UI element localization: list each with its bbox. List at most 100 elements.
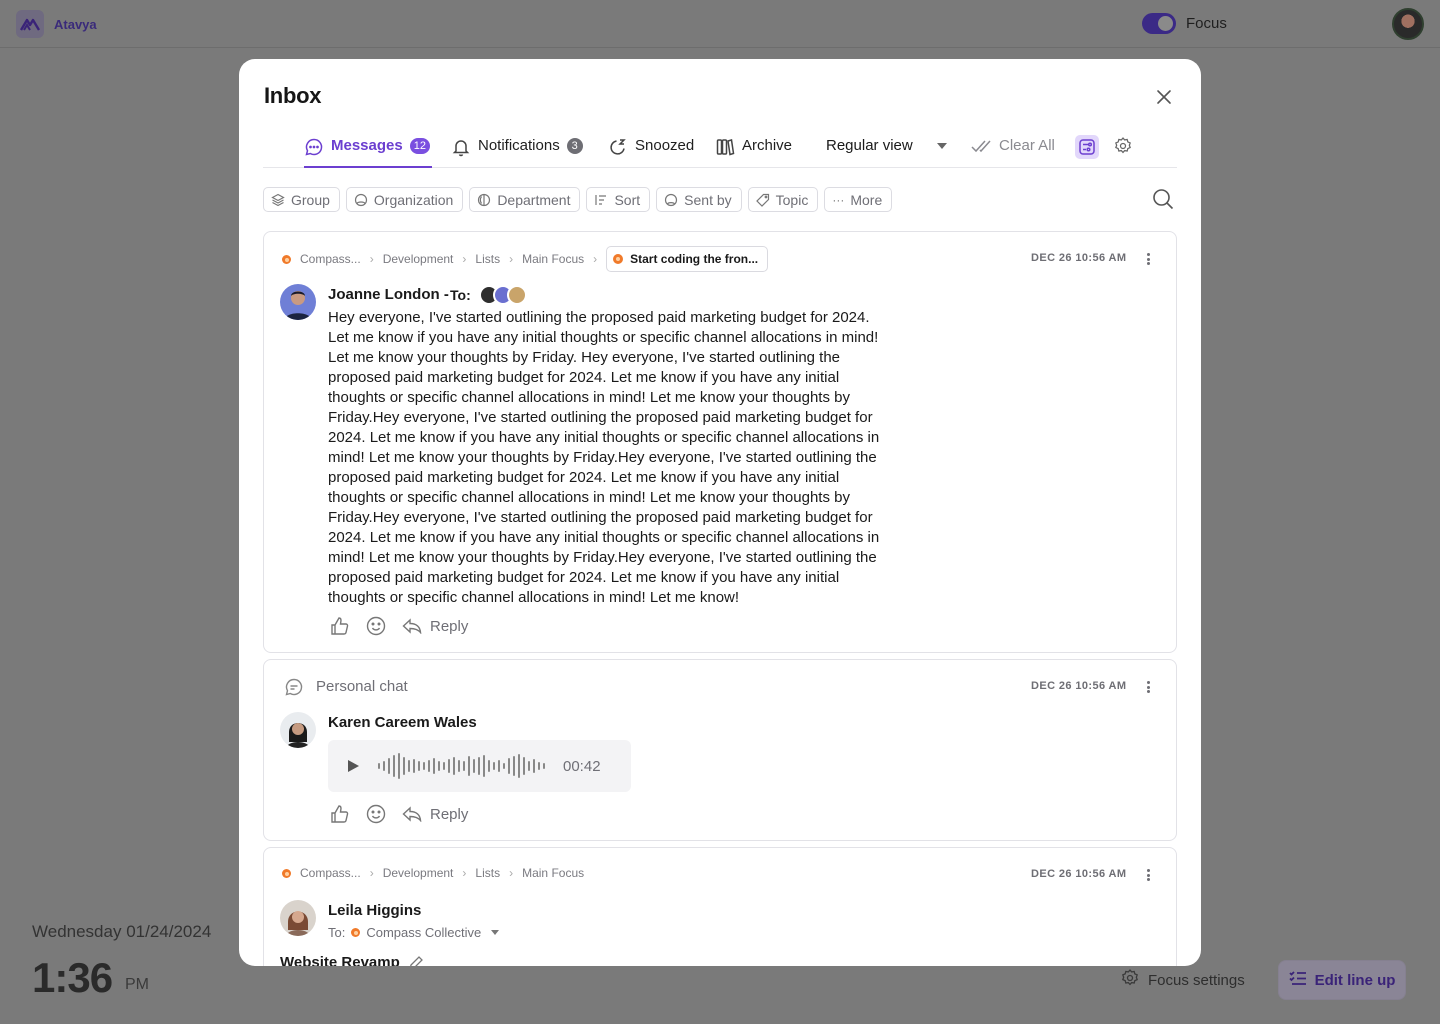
waveform-bar [538, 762, 540, 770]
waveform-bar [413, 759, 415, 773]
tab-notifications[interactable]: Notifications 3 [451, 133, 583, 168]
more-options-icon[interactable] [1144, 866, 1152, 884]
breadcrumb: Compass... › Development › Lists › Main … [282, 246, 769, 272]
filter-more-label: More [850, 191, 883, 208]
breadcrumb-item[interactable]: Compass... [300, 866, 361, 880]
filter-sort-label: Sort [614, 191, 641, 208]
timestamp: DEC 26 10:56 AM [1031, 252, 1127, 264]
tab-messages[interactable]: Messages 12 [304, 133, 432, 168]
app-logo[interactable]: Atavya [16, 10, 97, 38]
breadcrumb-item[interactable]: Lists [475, 866, 500, 880]
chevron-right-icon: › [462, 252, 467, 266]
breadcrumb-item[interactable]: Development [383, 866, 454, 880]
top-bar: Atavya Focus [0, 0, 1440, 48]
filter-sent-by[interactable]: Sent by [656, 187, 742, 212]
message-subject: Website Revamp [280, 954, 400, 966]
chevron-right-icon: › [509, 252, 514, 266]
avatar[interactable] [280, 284, 316, 320]
more-options-icon[interactable] [1144, 678, 1152, 696]
filter-more[interactable]: ··· More [824, 187, 893, 212]
audio-waveform[interactable] [378, 751, 545, 781]
sort-icon [595, 194, 607, 205]
avatar[interactable] [280, 900, 316, 936]
avatar[interactable] [280, 712, 316, 748]
message-card[interactable]: Personal chat DEC 26 10:56 AM Karen Care… [263, 659, 1177, 841]
sender-name: Leila Higgins [328, 902, 422, 919]
thumbs-up-icon[interactable] [330, 616, 350, 636]
reply-button[interactable]: Reply [402, 618, 468, 635]
checklist-icon [1288, 970, 1307, 990]
time-ampm: PM [125, 976, 149, 993]
breadcrumb-item[interactable]: Main Focus [522, 252, 584, 266]
organization-dot-icon [351, 928, 361, 937]
waveform-bar [418, 761, 420, 771]
waveform-bar [428, 760, 430, 772]
recipients[interactable]: To: [450, 285, 527, 305]
edit-lineup-button[interactable]: Edit line up [1278, 960, 1406, 1000]
emoji-icon[interactable] [366, 804, 386, 824]
department-icon [478, 193, 491, 206]
play-icon[interactable] [346, 759, 360, 773]
waveform-bar [518, 754, 520, 778]
focus-settings-button[interactable]: Focus settings [1120, 968, 1245, 992]
close-button[interactable] [1152, 85, 1176, 109]
waveform-bar [453, 757, 455, 775]
filter-organization-label: Organization [373, 191, 454, 208]
gear-icon [1120, 968, 1140, 992]
breadcrumb-item[interactable]: Main Focus [522, 866, 584, 880]
filter-group[interactable]: Group [263, 187, 340, 212]
filter-department[interactable]: Department [469, 187, 581, 212]
tab-archive[interactable]: Archive [715, 133, 792, 168]
task-title: Start coding the fron... [630, 252, 759, 266]
filter-department-label: Department [497, 191, 571, 208]
focus-toggle[interactable] [1142, 13, 1176, 34]
filter-sort[interactable]: Sort [586, 187, 651, 212]
breadcrumb-item[interactable]: Development [383, 252, 454, 266]
breadcrumb-item[interactable]: Lists [475, 252, 500, 266]
task-pill[interactable]: Start coding the fron... [606, 246, 769, 272]
to-label: To: [450, 287, 471, 303]
app-name: Atavya [54, 16, 97, 32]
thumbs-up-icon[interactable] [330, 804, 350, 824]
waveform-bar [533, 759, 535, 773]
voice-message[interactable]: 00:42 [328, 740, 631, 792]
double-check-icon [971, 139, 991, 152]
breadcrumb-item[interactable]: Compass... [300, 252, 361, 266]
reply-label: Reply [430, 617, 469, 635]
message-card[interactable]: Compass... › Development › Lists › Main … [263, 231, 1177, 653]
tab-notifications-label: Notifications [478, 137, 560, 154]
timestamp: DEC 26 10:56 AM [1031, 680, 1127, 692]
focus-label: Focus [1186, 15, 1227, 32]
filter-organization[interactable]: Organization [345, 187, 464, 212]
filter-topic[interactable]: Topic [747, 187, 819, 212]
more-options-icon[interactable] [1144, 250, 1152, 268]
search-button[interactable] [1152, 188, 1176, 212]
user-avatar[interactable] [1392, 8, 1424, 40]
waveform-bar [408, 760, 410, 772]
chat-bubble-icon [284, 677, 304, 702]
waveform-bar [458, 760, 460, 772]
search-icon [1153, 189, 1174, 210]
user-circle-icon [665, 193, 678, 206]
recipient-org[interactable]: To: Compass Collective [328, 925, 500, 940]
reply-label: Reply [430, 805, 469, 823]
current-date: Wednesday 01/24/2024 [32, 922, 212, 941]
view-select[interactable]: Regular view [826, 137, 947, 154]
to-label: To: [328, 925, 346, 940]
settings-button[interactable] [1113, 136, 1133, 156]
emoji-icon[interactable] [366, 616, 386, 636]
waveform-bar [403, 757, 405, 775]
waveform-bar [513, 756, 515, 776]
tab-snoozed[interactable]: Snoozed [608, 133, 694, 168]
sender-name: Joanne London - [328, 286, 449, 303]
message-card[interactable]: Compass... › Development › Lists › Main … [263, 847, 1177, 966]
filter-toggle-button[interactable] [1075, 135, 1099, 159]
reply-button[interactable]: Reply [402, 806, 468, 823]
waveform-bar [468, 756, 470, 776]
caret-down-icon [936, 142, 947, 149]
inbox-tabs: Messages 12 Notifications 3 Snoozed Arch… [263, 133, 1177, 168]
pencil-icon[interactable] [408, 955, 424, 967]
tab-snoozed-label: Snoozed [635, 137, 695, 154]
waveform-bar [523, 757, 525, 775]
clear-all-button[interactable]: Clear All [971, 137, 1055, 154]
